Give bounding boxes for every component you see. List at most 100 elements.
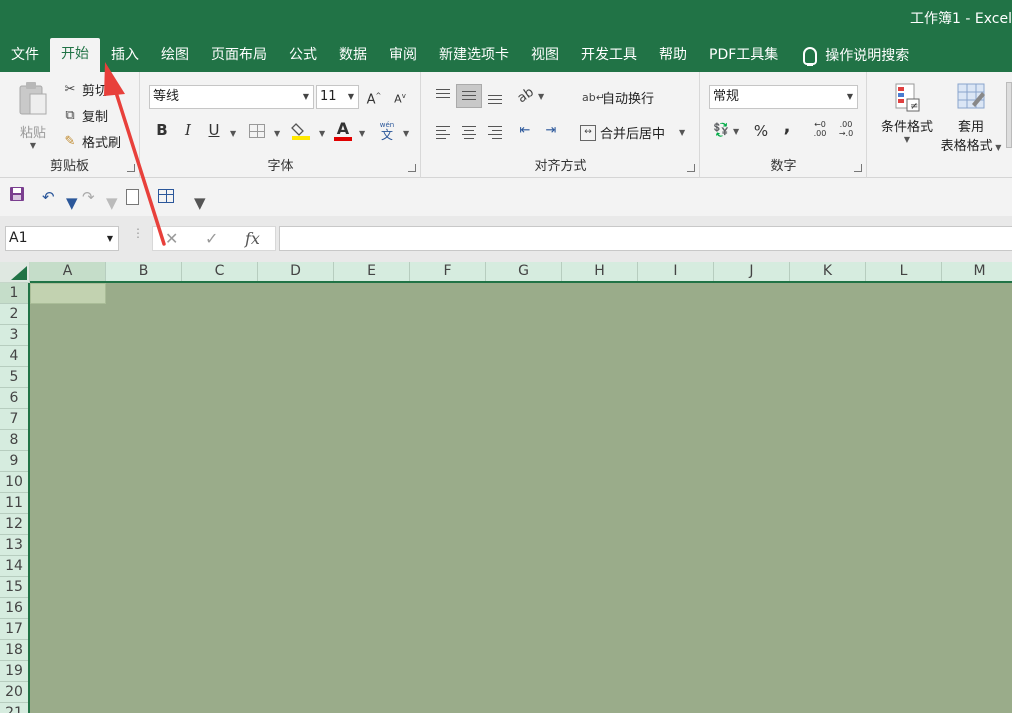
- row-header-13[interactable]: 13: [0, 535, 28, 556]
- tab-developer[interactable]: 开发工具: [570, 40, 648, 72]
- column-header-j[interactable]: J: [714, 262, 790, 281]
- tab-review[interactable]: 审阅: [378, 40, 428, 72]
- underline-dropdown-icon[interactable]: ▼: [230, 129, 236, 138]
- number-format-select[interactable]: 常规 ▼: [709, 85, 858, 109]
- formula-input[interactable]: [279, 226, 1012, 251]
- copy-button[interactable]: ⧉ 复制: [62, 106, 108, 126]
- row-header-21[interactable]: 21: [0, 703, 28, 713]
- tab-pdf-tools[interactable]: PDF工具集: [698, 40, 789, 72]
- number-launcher-icon[interactable]: [854, 164, 862, 172]
- decrease-decimal-button[interactable]: .00 →.0: [835, 120, 857, 142]
- splitter-handle[interactable]: ⋮: [132, 227, 144, 239]
- underline-button[interactable]: U: [203, 119, 225, 141]
- tab-new[interactable]: 新建选项卡: [428, 40, 520, 72]
- align-bottom-button[interactable]: [488, 95, 502, 104]
- row-header-19[interactable]: 19: [0, 661, 28, 682]
- grow-font-button[interactable]: A^: [363, 85, 385, 107]
- accounting-format-button[interactable]: 💱 ▼: [713, 123, 739, 139]
- increase-decimal-button[interactable]: ←0.00: [809, 120, 831, 142]
- font-color-button[interactable]: A: [333, 119, 353, 141]
- tab-help[interactable]: 帮助: [648, 40, 698, 72]
- tell-me-search[interactable]: 操作说明搜索: [789, 40, 920, 72]
- comma-button[interactable]: ,: [776, 116, 798, 138]
- italic-button[interactable]: I: [177, 119, 199, 141]
- increase-indent-button[interactable]: ⇥: [540, 120, 562, 142]
- align-middle-button[interactable]: [456, 84, 482, 108]
- row-header-10[interactable]: 10: [0, 472, 28, 493]
- column-header-i[interactable]: I: [638, 262, 714, 281]
- column-header-k[interactable]: K: [790, 262, 866, 281]
- merge-center-button[interactable]: ↔ 合并后居中 ▼: [580, 123, 685, 142]
- select-all-button[interactable]: [0, 262, 30, 283]
- cell-area[interactable]: [30, 283, 1012, 713]
- align-top-button[interactable]: [436, 89, 450, 98]
- font-launcher-icon[interactable]: [408, 164, 416, 172]
- column-header-a[interactable]: A: [30, 262, 106, 281]
- row-header-9[interactable]: 9: [0, 451, 28, 472]
- row-header-3[interactable]: 3: [0, 325, 28, 346]
- table-icon[interactable]: [158, 189, 174, 203]
- row-header-14[interactable]: 14: [0, 556, 28, 577]
- phonetic-dropdown-icon[interactable]: ▼: [403, 129, 409, 138]
- tab-page-layout[interactable]: 页面布局: [200, 40, 278, 72]
- customize-qat-icon[interactable]: ▼: [194, 194, 206, 212]
- cell-styles-partial-button[interactable]: [1006, 82, 1012, 148]
- name-box[interactable]: A1 ▼: [5, 226, 119, 251]
- font-name-select[interactable]: 等线 ▼: [149, 85, 314, 109]
- redo-button[interactable]: ↷: [82, 188, 95, 206]
- decrease-indent-button[interactable]: ⇤: [514, 120, 536, 142]
- align-center-button[interactable]: [462, 126, 476, 139]
- enter-icon[interactable]: ✓: [205, 229, 218, 248]
- print-preview-icon[interactable]: [126, 189, 139, 205]
- row-header-5[interactable]: 5: [0, 367, 28, 388]
- row-header-7[interactable]: 7: [0, 409, 28, 430]
- bold-button[interactable]: B: [151, 119, 173, 141]
- column-header-f[interactable]: F: [410, 262, 486, 281]
- save-icon[interactable]: [10, 187, 24, 201]
- row-header-8[interactable]: 8: [0, 430, 28, 451]
- align-right-button[interactable]: [488, 126, 502, 139]
- row-header-16[interactable]: 16: [0, 598, 28, 619]
- column-header-b[interactable]: B: [106, 262, 182, 281]
- cancel-icon[interactable]: ✕: [165, 229, 178, 248]
- column-header-d[interactable]: D: [258, 262, 334, 281]
- font-size-select[interactable]: 11 ▼: [316, 85, 359, 109]
- tab-view[interactable]: 视图: [520, 40, 570, 72]
- column-header-m[interactable]: M: [942, 262, 1012, 281]
- clipboard-launcher-icon[interactable]: [127, 164, 135, 172]
- tab-formulas[interactable]: 公式: [278, 40, 328, 72]
- row-header-6[interactable]: 6: [0, 388, 28, 409]
- align-left-button[interactable]: [436, 126, 450, 139]
- column-header-l[interactable]: L: [866, 262, 942, 281]
- column-header-c[interactable]: C: [182, 262, 258, 281]
- cut-button[interactable]: ✂ 剪切: [62, 80, 108, 100]
- fill-color-button[interactable]: [291, 121, 311, 141]
- undo-dropdown-icon[interactable]: ▼: [66, 194, 78, 212]
- row-header-12[interactable]: 12: [0, 514, 28, 535]
- column-header-h[interactable]: H: [562, 262, 638, 281]
- insert-function-button[interactable]: fx: [245, 229, 260, 248]
- column-header-g[interactable]: G: [486, 262, 562, 281]
- tab-insert[interactable]: 插入: [100, 40, 150, 72]
- phonetic-guide-button[interactable]: wén 文: [379, 120, 395, 141]
- tab-draw[interactable]: 绘图: [150, 40, 200, 72]
- redo-dropdown-icon[interactable]: ▼: [106, 194, 118, 212]
- shrink-font-button[interactable]: Av: [389, 85, 411, 107]
- fill-color-dropdown-icon[interactable]: ▼: [319, 129, 325, 138]
- row-header-15[interactable]: 15: [0, 577, 28, 598]
- tab-home[interactable]: 开始: [50, 38, 100, 72]
- row-header-18[interactable]: 18: [0, 640, 28, 661]
- orientation-button[interactable]: ab ▼: [515, 85, 544, 107]
- row-header-20[interactable]: 20: [0, 682, 28, 703]
- tab-data[interactable]: 数据: [328, 40, 378, 72]
- conditional-format-button[interactable]: ≠ 条件格式 ▼: [876, 82, 938, 144]
- row-header-17[interactable]: 17: [0, 619, 28, 640]
- row-header-4[interactable]: 4: [0, 346, 28, 367]
- paste-button[interactable]: 粘贴 ▼: [14, 80, 52, 150]
- row-header-1[interactable]: 1: [0, 283, 28, 304]
- alignment-launcher-icon[interactable]: [687, 164, 695, 172]
- wrap-text-button[interactable]: ab↵ 自动换行: [582, 88, 654, 108]
- borders-icon[interactable]: [249, 124, 265, 138]
- row-header-11[interactable]: 11: [0, 493, 28, 514]
- row-header-2[interactable]: 2: [0, 304, 28, 325]
